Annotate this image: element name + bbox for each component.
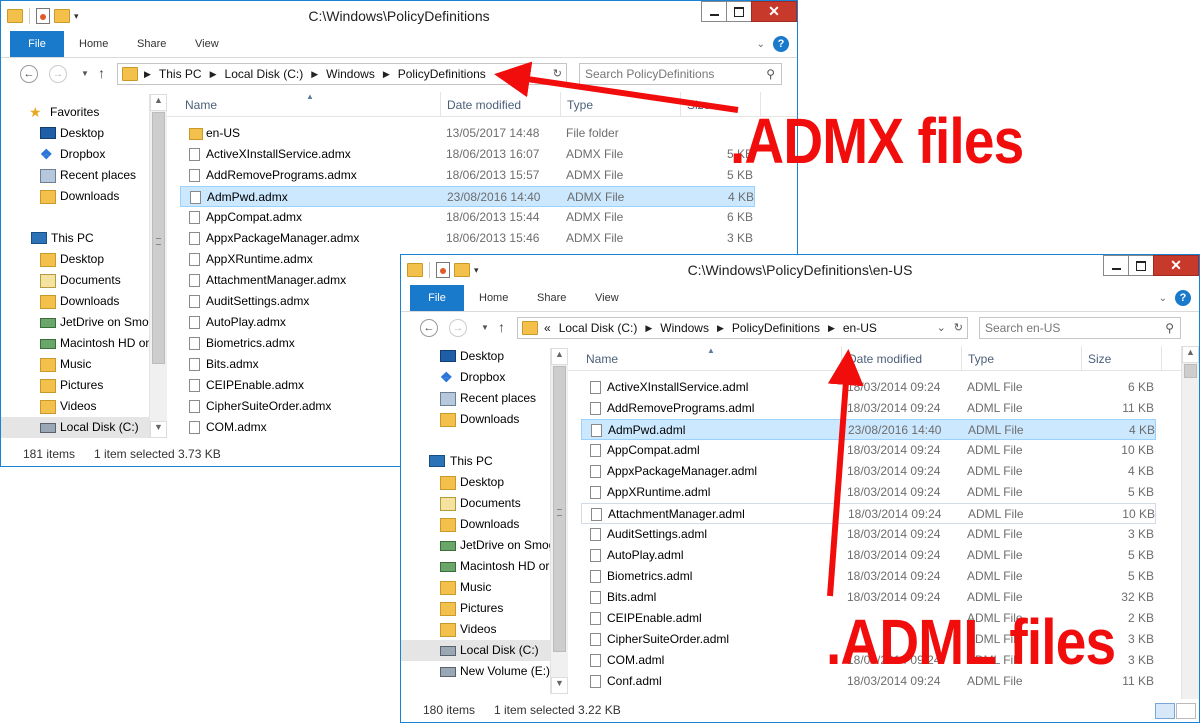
- admx-arrow: [494, 61, 739, 113]
- admx-label: .ADMX files: [730, 105, 1024, 177]
- adml-arrow: [827, 349, 864, 597]
- adml-label: .ADML files: [826, 606, 1116, 678]
